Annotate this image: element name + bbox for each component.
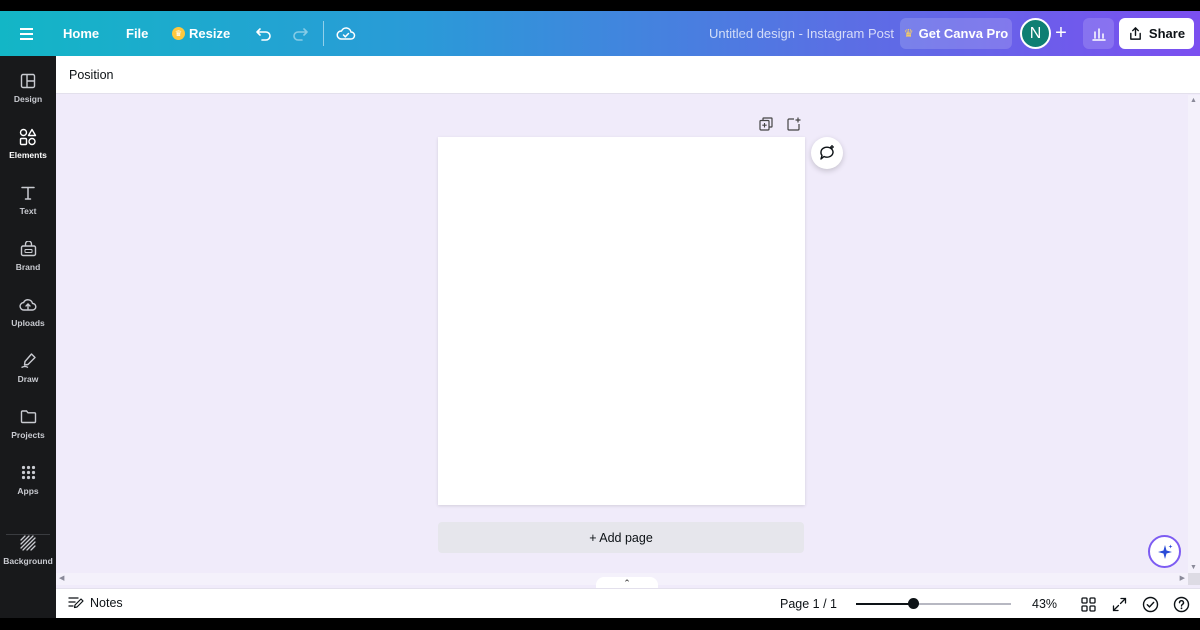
scroll-up-icon[interactable]: ▲ [1190, 97, 1197, 104]
bar-chart-icon[interactable] [1083, 18, 1114, 49]
context-toolbar: Position [56, 56, 1200, 94]
design-page-canvas[interactable] [438, 137, 805, 505]
grid-view-icon[interactable] [1079, 595, 1097, 613]
get-pro-label: Get Canva Pro [918, 26, 1009, 41]
sidebar-item-apps[interactable]: Apps [0, 454, 56, 504]
layout-icon [20, 71, 36, 91]
cloud-check-icon[interactable] [336, 11, 356, 56]
position-button[interactable]: Position [69, 68, 113, 82]
scroll-right-icon[interactable]: ▶ [1180, 574, 1185, 582]
notes-button[interactable]: Notes [68, 596, 123, 610]
crown-icon: ♛ [903, 28, 914, 40]
share-label: Share [1148, 26, 1186, 41]
sidebar-item-elements[interactable]: Elements [0, 118, 56, 168]
plus-icon[interactable]: + [1050, 22, 1072, 44]
left-sidebar: Design Elements Text Brand Uploads Draw … [0, 56, 56, 618]
document-title[interactable]: Untitled design - Instagram Post [709, 11, 894, 56]
canva-editor: Home File ♛ Resize Untitled design - Ins… [0, 11, 1200, 618]
add-page-icon[interactable] [787, 117, 801, 136]
get-canva-pro-button[interactable]: ♛ Get Canva Pro [900, 18, 1012, 49]
upload-cloud-icon [19, 295, 37, 315]
top-bar: Home File ♛ Resize Untitled design - Ins… [0, 11, 1200, 56]
add-comment-icon[interactable] [811, 137, 843, 169]
menu-icon[interactable] [20, 11, 36, 56]
help-circle-icon[interactable] [1172, 595, 1190, 613]
scroll-down-icon[interactable]: ▼ [1190, 564, 1197, 571]
expand-icon[interactable] [1110, 595, 1128, 613]
vertical-scrollbar[interactable]: ▲ ▼ [1188, 95, 1200, 573]
toolbar-divider [323, 21, 324, 46]
apps-grid-icon [21, 463, 36, 483]
bottom-bar: Notes Page 1 / 1 43% [56, 588, 1200, 618]
zoom-slider-handle[interactable] [908, 598, 920, 609]
undo-icon[interactable] [255, 11, 273, 56]
redo-icon[interactable] [291, 11, 309, 56]
sparkle-icon[interactable] [1148, 535, 1181, 568]
sidebar-item-draw[interactable]: Draw [0, 342, 56, 392]
add-page-button[interactable]: + Add page [438, 522, 804, 553]
hatch-icon [20, 533, 36, 553]
zoom-slider-fill [856, 603, 914, 605]
scroll-left-icon[interactable]: ◀ [59, 574, 64, 582]
shapes-icon [19, 127, 37, 147]
sidebar-item-text[interactable]: Text [0, 174, 56, 224]
resize-button[interactable]: ♛ Resize [172, 11, 230, 56]
sidebar-item-projects[interactable]: Projects [0, 398, 56, 448]
zoom-value[interactable]: 43% [1032, 597, 1057, 611]
pen-icon [20, 351, 37, 371]
sidebar-item-brand[interactable]: Brand [0, 230, 56, 280]
file-menu-button[interactable]: File [126, 11, 148, 56]
resize-label: Resize [189, 26, 231, 41]
scrollbar-corner [1188, 573, 1200, 585]
duplicate-icon[interactable] [759, 117, 773, 136]
share-button[interactable]: Share [1119, 18, 1194, 49]
sidebar-item-uploads[interactable]: Uploads [0, 286, 56, 336]
page-tools [759, 117, 801, 136]
check-circle-icon[interactable] [1141, 595, 1159, 613]
folder-icon [20, 407, 37, 427]
zoom-slider[interactable] [856, 598, 1011, 609]
sidebar-item-background[interactable]: Background [0, 524, 56, 574]
avatar[interactable]: N [1020, 18, 1051, 49]
share-icon [1130, 27, 1141, 40]
brand-icon [20, 239, 37, 259]
notes-label: Notes [90, 596, 123, 610]
page-indicator[interactable]: Page 1 / 1 [780, 597, 837, 611]
text-icon [20, 183, 36, 203]
crown-icon: ♛ [172, 27, 185, 40]
notes-icon [68, 597, 84, 609]
sidebar-item-design[interactable]: Design [0, 62, 56, 112]
home-button[interactable]: Home [63, 11, 99, 56]
